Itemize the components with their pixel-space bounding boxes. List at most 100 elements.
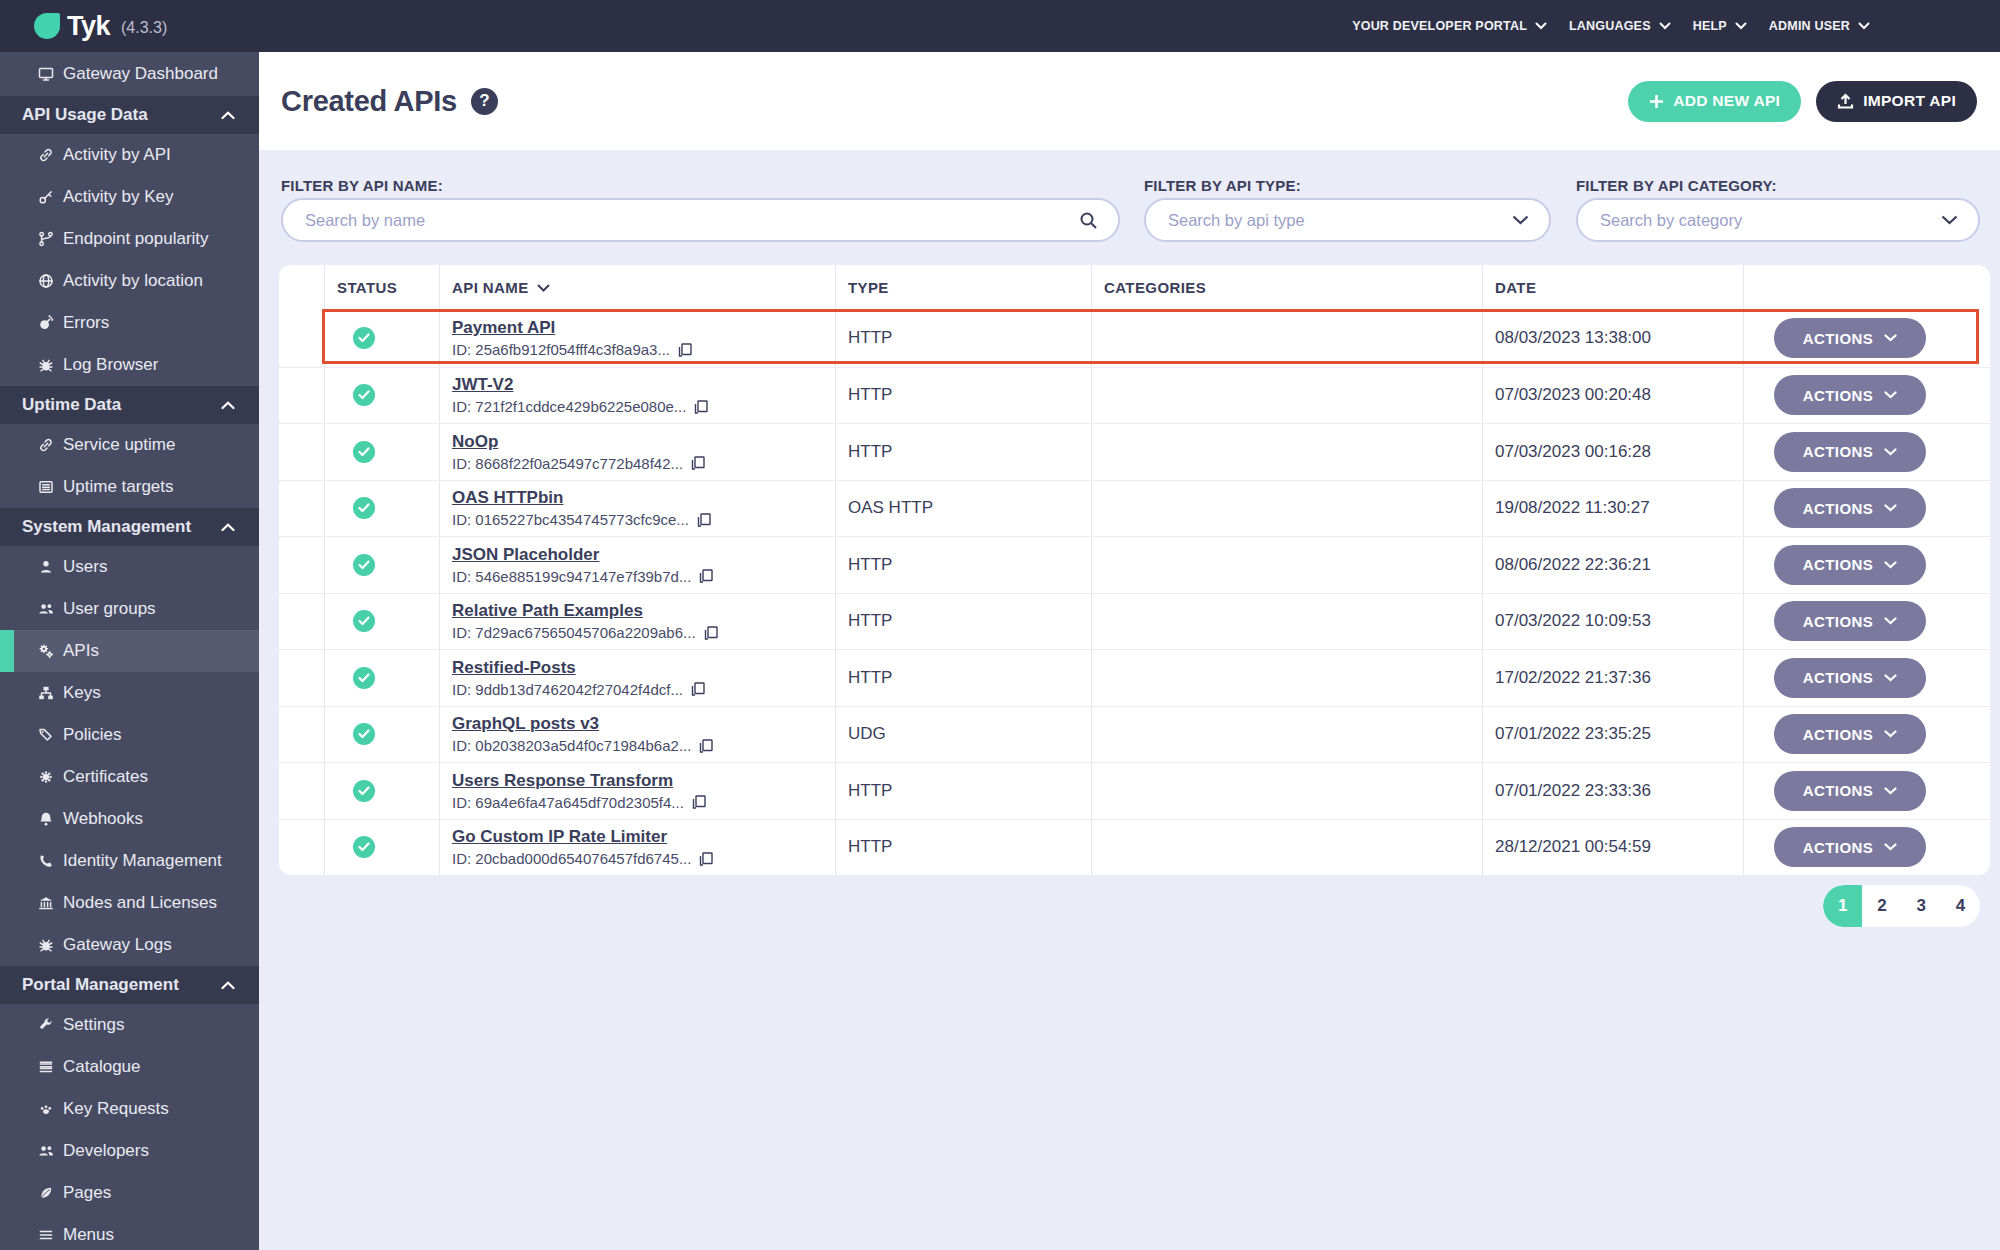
sidebar-item-identity-management[interactable]: Identity Management	[0, 840, 259, 882]
row-cell-categories	[1092, 424, 1483, 480]
sidebar-item-menus[interactable]: Menus	[0, 1214, 259, 1250]
header-cell-type: TYPE	[836, 265, 1092, 310]
sidebar-item-apis[interactable]: APIs	[0, 630, 259, 672]
api-name-link[interactable]: Go Custom IP Rate Limiter	[452, 827, 667, 847]
row-cell-empty	[279, 820, 325, 876]
actions-button[interactable]: ACTIONS	[1774, 601, 1926, 641]
sidebar-item-label: Errors	[63, 313, 109, 333]
actions-button[interactable]: ACTIONS	[1774, 771, 1926, 811]
row-cell-date: 07/03/2022 10:09:53	[1483, 594, 1744, 650]
user-icon	[38, 559, 54, 575]
row-cell-date: 28/12/2021 00:54:59	[1483, 820, 1744, 876]
sidebar-item-policies[interactable]: Policies	[0, 714, 259, 756]
topbar-menu-help[interactable]: HELP	[1693, 19, 1747, 33]
sidebar-item-user-groups[interactable]: User groups	[0, 588, 259, 630]
api-name-link[interactable]: NoOp	[452, 432, 498, 452]
sidebar-item-label: Menus	[63, 1225, 114, 1245]
search-icon	[1079, 211, 1098, 230]
search-by-category-select[interactable]: Search by category	[1576, 198, 1980, 242]
copy-icon[interactable]	[696, 512, 712, 528]
tyk-logo[interactable]: Tyk (4.3.3)	[34, 0, 167, 52]
copy-icon[interactable]	[677, 342, 693, 358]
actions-button[interactable]: ACTIONS	[1774, 375, 1926, 415]
sidebar-item-label: Policies	[63, 725, 122, 745]
page-button-3[interactable]: 3	[1902, 885, 1941, 927]
actions-button[interactable]: ACTIONS	[1774, 658, 1926, 698]
sidebar-item-nodes-and-licenses[interactable]: Nodes and Licenses	[0, 882, 259, 924]
bug-icon	[38, 937, 54, 953]
search-by-name-input[interactable]: Search by name	[281, 198, 1120, 242]
actions-button[interactable]: ACTIONS	[1774, 827, 1926, 867]
chevron-down-icon	[1884, 504, 1897, 512]
copy-icon[interactable]	[691, 794, 707, 810]
sidebar-item-certificates[interactable]: Certificates	[0, 756, 259, 798]
sidebar-item-keys[interactable]: Keys	[0, 672, 259, 714]
sidebar-section-system-management[interactable]: System Management	[0, 508, 259, 546]
topbar-menu-admin-user[interactable]: ADMIN USER	[1769, 19, 1870, 33]
sidebar-item-users[interactable]: Users	[0, 546, 259, 588]
sidebar-item-label: Certificates	[63, 767, 148, 787]
sidebar-item-service-uptime[interactable]: Service uptime	[0, 424, 259, 466]
copy-icon[interactable]	[693, 399, 709, 415]
row-cell-type: HTTP	[836, 650, 1092, 706]
filter-name-label: FILTER BY API NAME:	[281, 177, 1120, 194]
sidebar-item-settings[interactable]: Settings	[0, 1004, 259, 1046]
sidebar-item-catalogue[interactable]: Catalogue	[0, 1046, 259, 1088]
sidebar-item-activity-by-key[interactable]: Activity by Key	[0, 176, 259, 218]
actions-button[interactable]: ACTIONS	[1774, 545, 1926, 585]
actions-button[interactable]: ACTIONS	[1774, 714, 1926, 754]
api-name-link[interactable]: OAS HTTPbin	[452, 488, 563, 508]
copy-icon[interactable]	[703, 625, 719, 641]
api-name-link[interactable]: Payment API	[452, 318, 555, 338]
page-button-2[interactable]: 2	[1862, 885, 1901, 927]
chevron-down-icon	[1884, 334, 1897, 342]
copy-icon[interactable]	[690, 455, 706, 471]
topbar-menu-languages[interactable]: LANGUAGES	[1569, 19, 1671, 33]
row-cell-status	[325, 310, 440, 367]
copy-icon[interactable]	[698, 851, 714, 867]
sidebar-item-log-browser[interactable]: Log Browser	[0, 344, 259, 386]
search-by-api-type-select[interactable]: Search by api type	[1144, 198, 1551, 242]
sidebar-item-uptime-targets[interactable]: Uptime targets	[0, 466, 259, 508]
page-header: Created APIs ? ADD NEW API IMPORT API	[259, 52, 2000, 150]
topbar-menu-your-developer-portal[interactable]: YOUR DEVELOPER PORTAL	[1352, 19, 1547, 33]
add-new-api-button[interactable]: ADD NEW API	[1628, 81, 1801, 122]
copy-icon[interactable]	[698, 568, 714, 584]
sidebar-item-gateway-logs[interactable]: Gateway Logs	[0, 924, 259, 966]
sidebar-item-pages[interactable]: Pages	[0, 1172, 259, 1214]
page-button-4[interactable]: 4	[1941, 885, 1980, 927]
tyk-logo-icon	[34, 13, 60, 39]
page-button-1[interactable]: 1	[1823, 885, 1862, 927]
api-name-link[interactable]: JSON Placeholder	[452, 545, 599, 565]
help-icon[interactable]: ?	[471, 88, 498, 115]
api-name-link[interactable]: Users Response Transform	[452, 771, 673, 791]
actions-button[interactable]: ACTIONS	[1774, 488, 1926, 528]
sidebar-item-webhooks[interactable]: Webhooks	[0, 798, 259, 840]
row-cell-categories	[1092, 594, 1483, 650]
sidebar-item-gateway-dashboard[interactable]: Gateway Dashboard	[0, 52, 259, 96]
sidebar-item-endpoint-popularity[interactable]: Endpoint popularity	[0, 218, 259, 260]
sidebar-section-api-usage-data[interactable]: API Usage Data	[0, 96, 259, 134]
sidebar-item-developers[interactable]: Developers	[0, 1130, 259, 1172]
header-cell-api-name[interactable]: API NAME	[440, 265, 836, 310]
sidebar-item-activity-by-location[interactable]: Activity by location	[0, 260, 259, 302]
api-name-link[interactable]: Restified-Posts	[452, 658, 576, 678]
sidebar-section-uptime-data[interactable]: Uptime Data	[0, 386, 259, 424]
sidebar-item-label: Gateway Dashboard	[63, 64, 218, 84]
actions-button[interactable]: ACTIONS	[1774, 432, 1926, 472]
api-name-link[interactable]: JWT-V2	[452, 375, 513, 395]
sidebar-item-activity-by-api[interactable]: Activity by API	[0, 134, 259, 176]
sidebar-item-key-requests[interactable]: Key Requests	[0, 1088, 259, 1130]
topbar-menu-label: YOUR DEVELOPER PORTAL	[1352, 19, 1527, 33]
filter-by-api-category: FILTER BY API CATEGORY: Search by catego…	[1576, 150, 1980, 194]
api-name-link[interactable]: Relative Path Examples	[452, 601, 643, 621]
copy-icon[interactable]	[698, 738, 714, 754]
sidebar-item-errors[interactable]: Errors	[0, 302, 259, 344]
sidebar-section-portal-management[interactable]: Portal Management	[0, 966, 259, 1004]
copy-icon[interactable]	[690, 681, 706, 697]
sidebar-item-label: Service uptime	[63, 435, 175, 455]
actions-button[interactable]: ACTIONS	[1774, 318, 1926, 358]
import-api-button[interactable]: IMPORT API	[1816, 81, 1977, 122]
row-cell-type: HTTP	[836, 424, 1092, 480]
api-name-link[interactable]: GraphQL posts v3	[452, 714, 599, 734]
